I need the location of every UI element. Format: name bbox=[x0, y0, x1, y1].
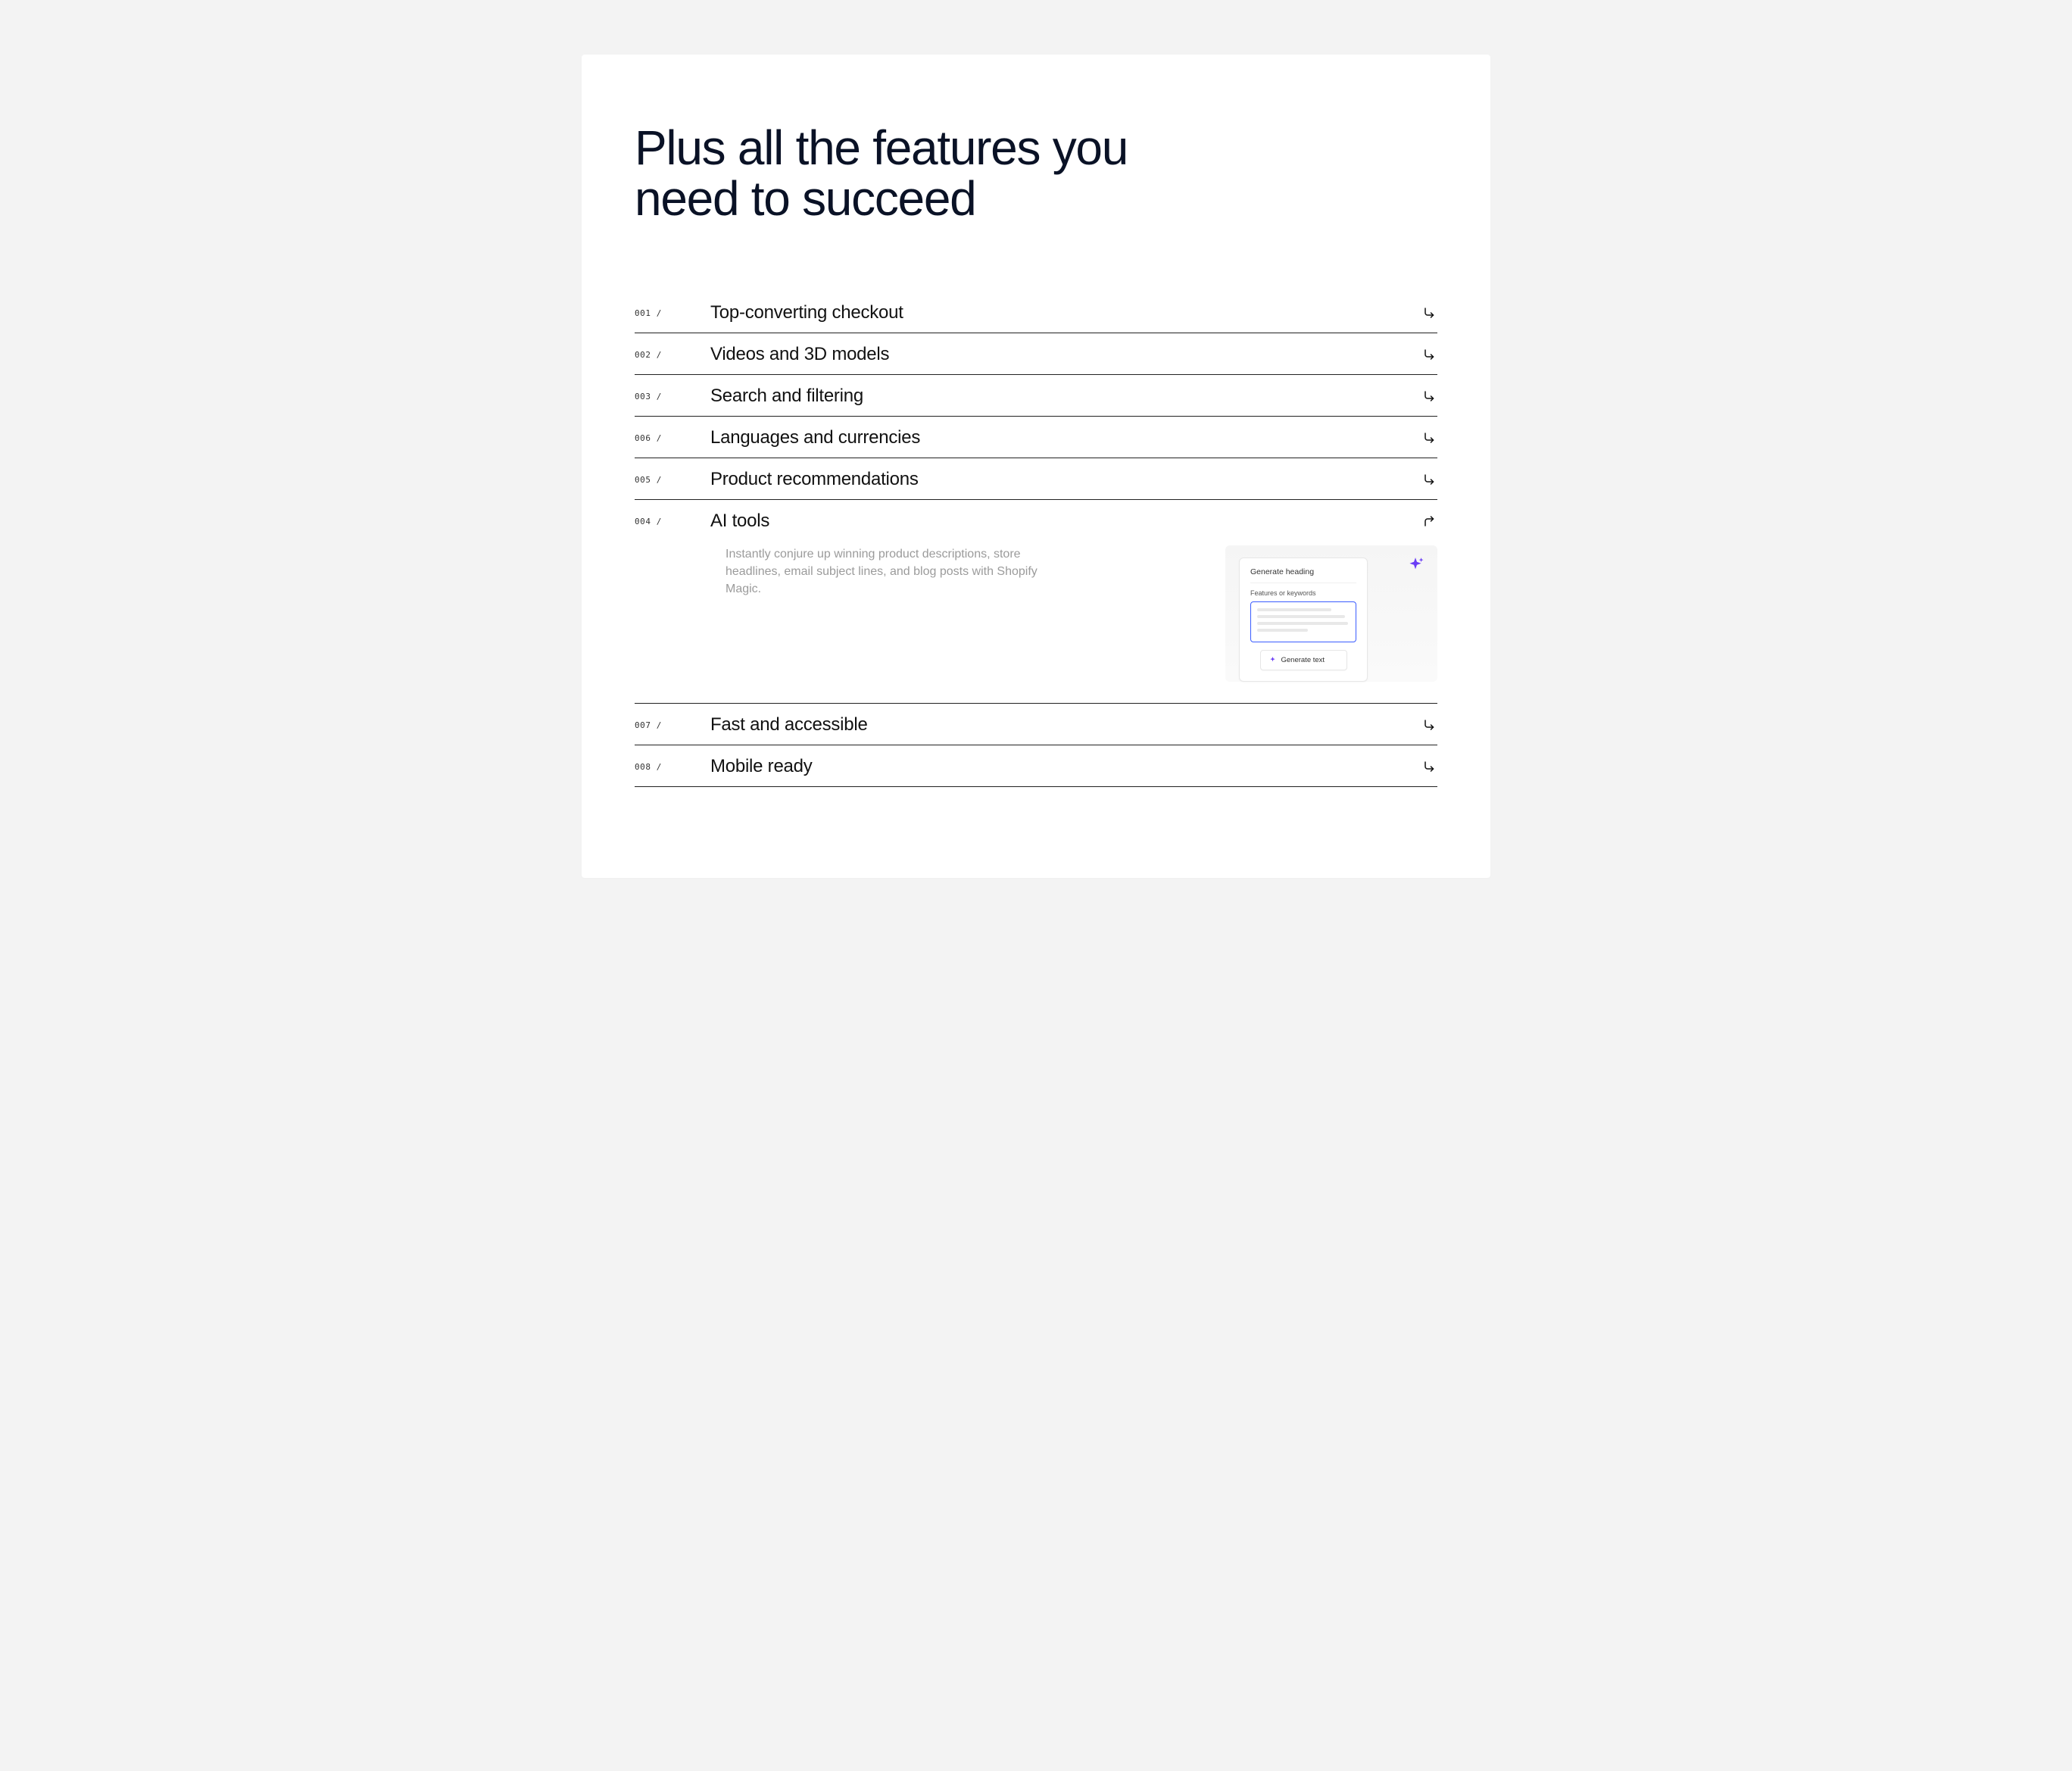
arrow-down-right-icon bbox=[1422, 430, 1437, 445]
item-title: Product recommendations bbox=[710, 469, 1407, 490]
item-number: 006 / bbox=[635, 433, 710, 443]
item-title: Languages and currencies bbox=[710, 427, 1407, 448]
item-description: Instantly conjure up winning product des… bbox=[726, 545, 1044, 682]
accordion-list: 001 / Top-converting checkout 002 / Vide… bbox=[635, 292, 1437, 787]
arrow-down-right-icon bbox=[1422, 472, 1437, 487]
placeholder-line bbox=[1257, 608, 1331, 611]
accordion-item-mobile-ready: 008 / Mobile ready bbox=[635, 745, 1437, 787]
item-number: 004 / bbox=[635, 517, 710, 526]
item-title: Videos and 3D models bbox=[710, 344, 1407, 365]
item-title: AI tools bbox=[710, 511, 1407, 532]
arrow-up-right-icon bbox=[1422, 514, 1437, 529]
arrow-down-right-icon bbox=[1422, 305, 1437, 320]
item-title: Search and filtering bbox=[710, 386, 1407, 407]
accordion-item-product-recommendations: 005 / Product recommendations bbox=[635, 458, 1437, 500]
item-number: 008 / bbox=[635, 762, 710, 772]
accordion-toggle[interactable]: 004 / AI tools bbox=[635, 500, 1437, 541]
ai-keywords-input[interactable] bbox=[1250, 601, 1356, 642]
item-number: 007 / bbox=[635, 720, 710, 730]
section-headline: Plus all the features you need to succee… bbox=[635, 123, 1225, 223]
item-title: Top-converting checkout bbox=[710, 302, 1407, 323]
item-number: 003 / bbox=[635, 392, 710, 401]
item-number: 001 / bbox=[635, 308, 710, 318]
arrow-down-right-icon bbox=[1422, 759, 1437, 774]
placeholder-line bbox=[1257, 629, 1308, 632]
ai-illustration: Generate heading Features or keywords bbox=[1225, 545, 1437, 682]
sparkle-small-icon bbox=[1268, 656, 1277, 664]
accordion-item-videos-3d: 002 / Videos and 3D models bbox=[635, 333, 1437, 375]
ai-panel-heading: Generate heading bbox=[1250, 567, 1356, 583]
accordion-item-checkout: 001 / Top-converting checkout bbox=[635, 292, 1437, 333]
placeholder-line bbox=[1257, 615, 1345, 618]
item-number: 002 / bbox=[635, 350, 710, 360]
item-title: Fast and accessible bbox=[710, 714, 1407, 736]
ai-field-label: Features or keywords bbox=[1250, 589, 1356, 597]
features-card: Plus all the features you need to succee… bbox=[582, 55, 1490, 878]
item-number: 005 / bbox=[635, 475, 710, 485]
ai-panel: Generate heading Features or keywords bbox=[1239, 558, 1368, 682]
accordion-item-ai-tools: 004 / AI tools Instantly conjure up winn… bbox=[635, 500, 1437, 704]
accordion-body: Instantly conjure up winning product des… bbox=[635, 541, 1437, 703]
accordion-toggle[interactable]: 005 / Product recommendations bbox=[635, 458, 1437, 499]
button-label: Generate text bbox=[1281, 656, 1325, 664]
sparkle-icon bbox=[1406, 556, 1425, 576]
accordion-toggle[interactable]: 003 / Search and filtering bbox=[635, 375, 1437, 416]
accordion-item-languages-currencies: 006 / Languages and currencies bbox=[635, 417, 1437, 458]
generate-text-button[interactable]: Generate text bbox=[1260, 650, 1347, 670]
accordion-item-fast-accessible: 007 / Fast and accessible bbox=[635, 704, 1437, 745]
arrow-down-right-icon bbox=[1422, 389, 1437, 404]
accordion-toggle[interactable]: 002 / Videos and 3D models bbox=[635, 333, 1437, 374]
accordion-toggle[interactable]: 007 / Fast and accessible bbox=[635, 704, 1437, 745]
accordion-toggle[interactable]: 008 / Mobile ready bbox=[635, 745, 1437, 786]
arrow-down-right-icon bbox=[1422, 347, 1437, 362]
arrow-down-right-icon bbox=[1422, 717, 1437, 732]
placeholder-line bbox=[1257, 622, 1348, 625]
accordion-item-search-filtering: 003 / Search and filtering bbox=[635, 375, 1437, 417]
accordion-toggle[interactable]: 001 / Top-converting checkout bbox=[635, 292, 1437, 333]
item-title: Mobile ready bbox=[710, 756, 1407, 777]
accordion-toggle[interactable]: 006 / Languages and currencies bbox=[635, 417, 1437, 458]
